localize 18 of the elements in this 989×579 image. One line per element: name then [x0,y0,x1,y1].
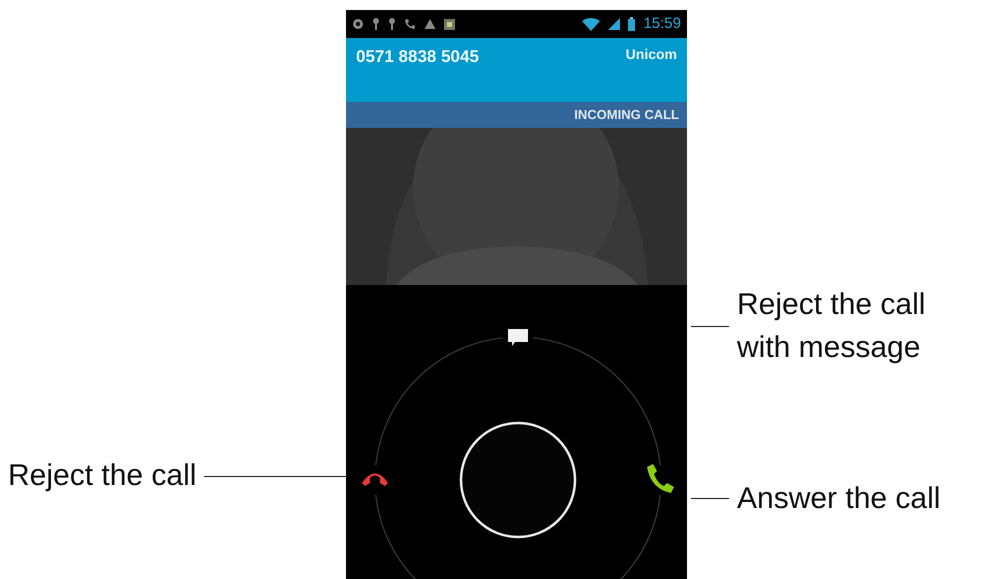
callout-label: Reject the call [8,458,196,494]
image-icon [444,18,455,30]
warning-icon [424,18,436,30]
call-status: INCOMING CALL [574,106,679,124]
battery-icon [628,17,636,31]
carrier-name: Unicom [626,45,677,64]
phone-icon [404,18,416,30]
wifi-icon [582,18,600,30]
caller-number: 0571 8838 5045 [356,46,479,68]
callout-label: Answer the call [737,481,942,517]
drag-handle[interactable] [460,422,576,538]
callout-label: Reject the call with message [737,287,926,366]
signal-icon [608,18,620,30]
hang-up-icon[interactable] [362,474,388,486]
clock-time: 15:59 [643,14,681,34]
phone-icon[interactable] [647,464,674,493]
message-icon[interactable] [508,329,528,346]
settings-icon [352,18,364,30]
